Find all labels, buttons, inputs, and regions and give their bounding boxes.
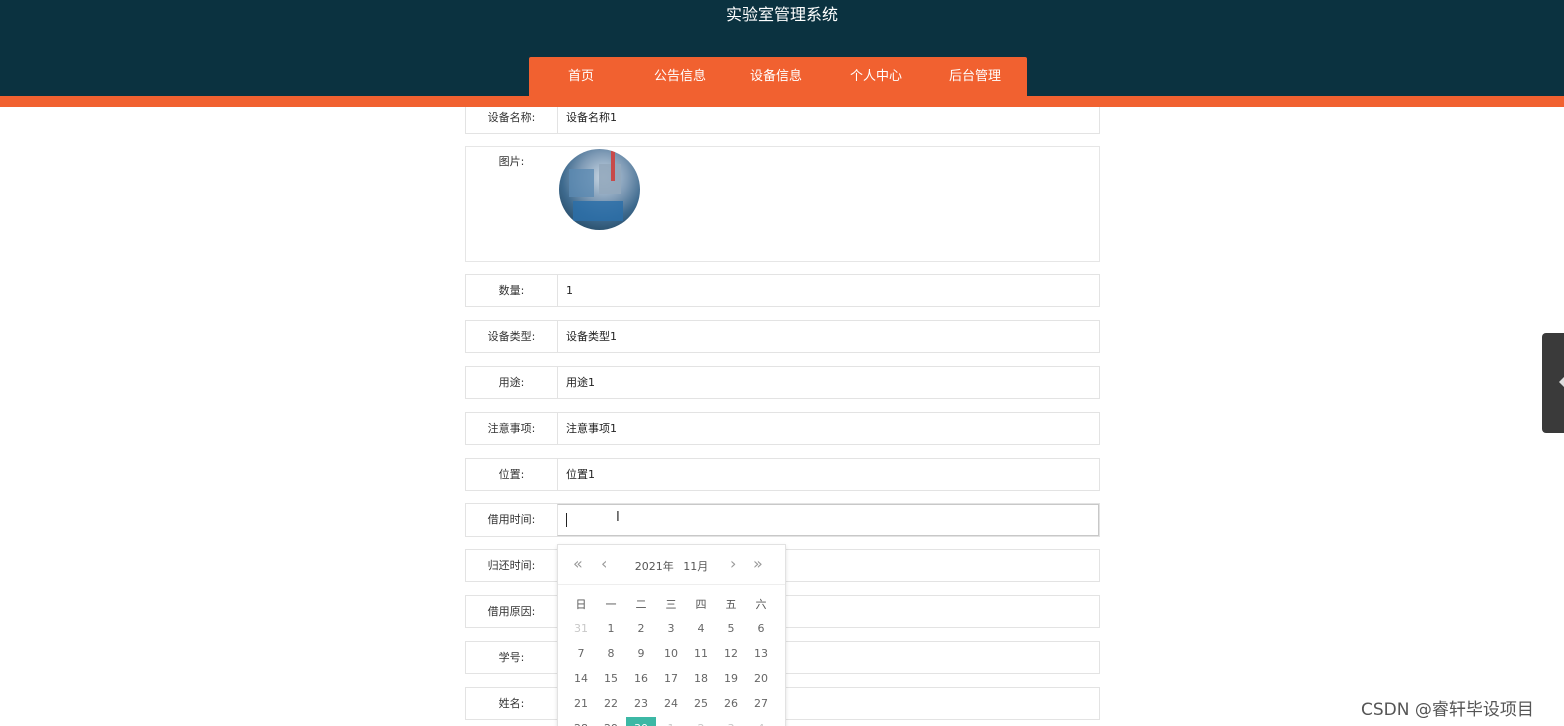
calendar-day[interactable]: 1 (596, 617, 626, 641)
next-month-icon[interactable]: › (730, 554, 736, 574)
calendar-day[interactable]: 28 (566, 717, 596, 726)
purpose-field[interactable]: 用途1 (557, 367, 1099, 398)
device-type-label: 设备类型: (487, 330, 536, 343)
year-select[interactable]: 2021年 (635, 560, 674, 573)
borrow-time-label: 借用时间: (487, 513, 536, 526)
chevron-left-icon (1559, 376, 1564, 388)
calendar-day[interactable]: 4 (686, 617, 716, 641)
ibeam-cursor-icon: I (616, 510, 620, 525)
side-toggle-tab[interactable] (1542, 333, 1564, 433)
device-type-field[interactable]: 设备类型1 (557, 321, 1099, 352)
date-picker-year-month: 2021年 11月 (558, 558, 785, 574)
calendar-day[interactable]: 15 (596, 667, 626, 691)
quantity-label: 数量: (498, 284, 525, 297)
row-purpose: 用途: 用途1 (465, 366, 1100, 399)
calendar-day[interactable]: 13 (746, 642, 776, 666)
header-accent-bar-overlay (0, 96, 1564, 107)
calendar-day[interactable]: 19 (716, 667, 746, 691)
calendar-day[interactable]: 4 (746, 717, 776, 726)
calendar-day[interactable]: 30 (626, 717, 656, 726)
device-image (559, 149, 640, 230)
calendar-day[interactable]: 29 (596, 717, 626, 726)
borrow-reason-label: 借用原因: (487, 605, 536, 618)
calendar-day[interactable]: 22 (596, 692, 626, 716)
name-label: 姓名: (498, 697, 525, 710)
calendar-day[interactable]: 14 (566, 667, 596, 691)
site-header: 实验室管理系统 首页 公告信息 设备信息 个人中心 后台管理 (0, 0, 1564, 99)
calendar-day[interactable]: 2 (626, 617, 656, 641)
location-field[interactable]: 位置1 (557, 459, 1099, 490)
return-time-label: 归还时间: (487, 559, 536, 572)
calendar-day[interactable]: 25 (686, 692, 716, 716)
calendar-day[interactable]: 27 (746, 692, 776, 716)
calendar-day[interactable]: 10 (656, 642, 686, 666)
nav-personal-center[interactable]: 个人中心 (836, 57, 916, 96)
nav-devices[interactable]: 设备信息 (736, 57, 816, 96)
row-image: 图片: (465, 146, 1100, 262)
calendar-day[interactable]: 23 (626, 692, 656, 716)
date-picker: « ‹ 2021年 11月 › » 日一二三四五六 31 1 2 3 4 5 6 7 8 9 10 11… (557, 544, 786, 726)
calendar-day[interactable]: 17 (656, 667, 686, 691)
calendar-day[interactable]: 5 (716, 617, 746, 641)
calendar-day[interactable]: 26 (716, 692, 746, 716)
notes-field[interactable]: 注意事项1 (557, 413, 1099, 444)
weekday-header: 一 (605, 598, 617, 611)
weekday-header: 二 (635, 598, 647, 611)
calendar-day[interactable]: 9 (626, 642, 656, 666)
weekday-header: 日 (575, 598, 587, 611)
calendar-day[interactable]: 11 (686, 642, 716, 666)
weekday-header: 四 (695, 598, 707, 611)
image-label: 图片: (498, 155, 525, 168)
nav-home[interactable]: 首页 (542, 57, 620, 96)
date-picker-header: « ‹ 2021年 11月 › » (558, 545, 785, 585)
text-cursor (566, 513, 567, 527)
main-nav: 首页 公告信息 设备信息 个人中心 后台管理 (529, 57, 1027, 99)
calendar-day[interactable]: 3 (656, 617, 686, 641)
calendar-day[interactable]: 18 (686, 667, 716, 691)
calendar-day[interactable]: 16 (626, 667, 656, 691)
nav-announcements[interactable]: 公告信息 (640, 57, 720, 96)
location-label: 位置: (498, 468, 525, 481)
calendar-day[interactable]: 3 (716, 717, 746, 726)
nav-admin[interactable]: 后台管理 (935, 57, 1015, 96)
next-year-icon[interactable]: » (753, 554, 763, 574)
calendar-day[interactable]: 6 (746, 617, 776, 641)
row-borrow-time: 借用时间: I (465, 503, 1100, 537)
calendar-day[interactable]: 7 (566, 642, 596, 666)
calendar-day[interactable]: 20 (746, 667, 776, 691)
borrow-time-caret-area: I (558, 505, 1098, 537)
row-quantity: 数量: 1 (465, 274, 1100, 307)
calendar-day[interactable]: 2 (686, 717, 716, 726)
notes-label: 注意事项: (487, 422, 536, 435)
purpose-label: 用途: (498, 376, 525, 389)
quantity-field[interactable]: 1 (557, 275, 1099, 306)
month-select[interactable]: 11月 (683, 560, 708, 573)
calendar-day[interactable]: 1 (656, 717, 686, 726)
row-location: 位置: 位置1 (465, 458, 1100, 491)
row-device-type: 设备类型: 设备类型1 (465, 320, 1100, 353)
calendar-day[interactable]: 21 (566, 692, 596, 716)
weekday-header: 六 (755, 598, 767, 611)
calendar-day[interactable]: 12 (716, 642, 746, 666)
watermark: CSDN @睿轩毕设项目 (1361, 700, 1534, 720)
calendar-day[interactable]: 24 (656, 692, 686, 716)
site-title: 实验室管理系统 (725, 5, 838, 24)
calendar-day[interactable]: 31 (566, 617, 596, 641)
calendar-day[interactable]: 8 (596, 642, 626, 666)
student-id-label: 学号: (498, 651, 525, 664)
row-notes: 注意事项: 注意事项1 (465, 412, 1100, 445)
weekday-header: 五 (725, 598, 737, 611)
weekday-header: 三 (665, 598, 677, 611)
